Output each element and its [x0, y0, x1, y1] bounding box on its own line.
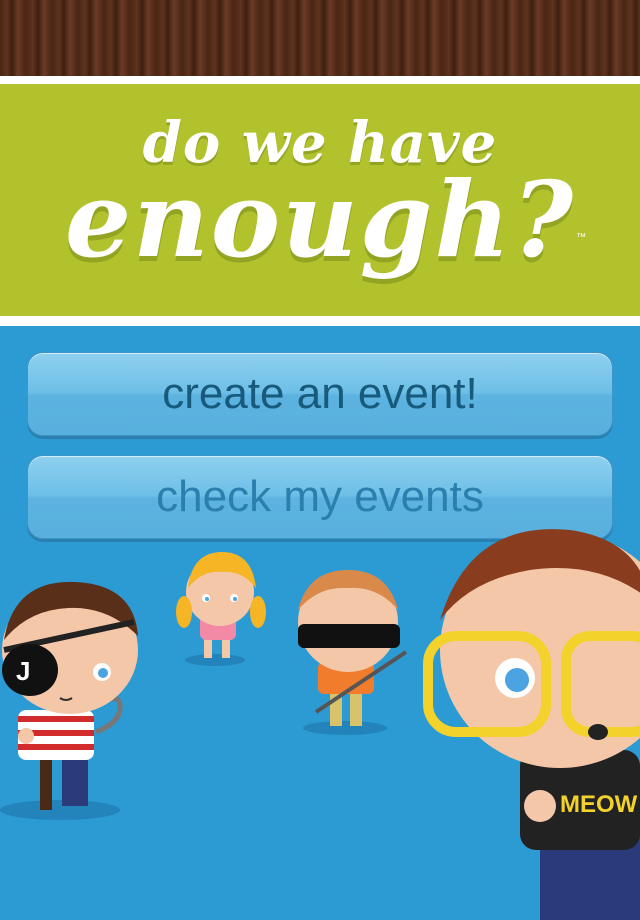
divider — [0, 76, 640, 84]
golfer-character — [298, 570, 408, 735]
trademark-mark: ™ — [576, 232, 586, 243]
create-event-button[interactable]: create an event! — [27, 352, 613, 436]
characters-illustration: J MEOW — [0, 529, 640, 920]
girl-character — [176, 552, 266, 666]
logo-line-2: enough? — [64, 158, 576, 281]
wood-banner — [0, 0, 640, 76]
nerd-character: MEOW — [423, 529, 640, 920]
divider — [0, 316, 640, 326]
shirt-text: MEOW — [560, 791, 638, 818]
pirate-character: J — [0, 581, 138, 820]
eyepatch-letter: J — [16, 656, 30, 686]
